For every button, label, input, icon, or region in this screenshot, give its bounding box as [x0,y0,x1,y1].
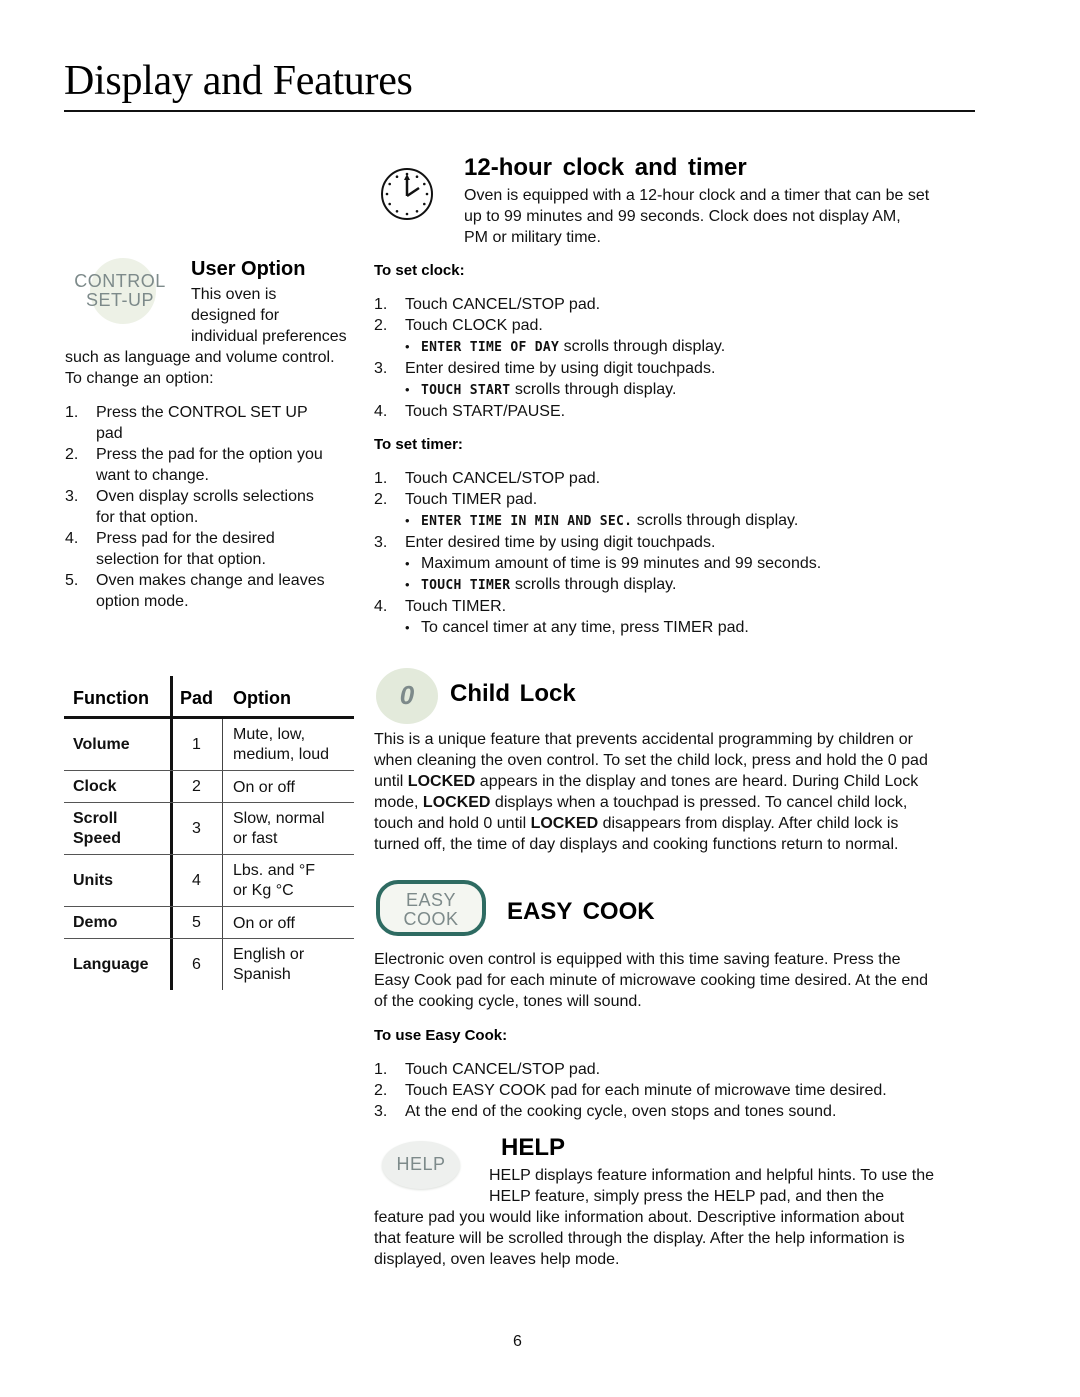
bullet-item: • ENTER TIME OF DAY scrolls through displ… [405,338,726,355]
step-item: 3. Enter desired time by using digit touc… [374,358,974,401]
display-text: ENTER TIME OF DAY [421,340,560,355]
header-pad: Pad [180,688,214,708]
easy-cook-heading: EASY COOK [507,898,655,925]
bullet-item: • ENTER TIME IN MIN AND SEC. scrolls thro… [405,512,799,529]
bullet-item: • Maximum amount of time is 99 minutes an… [405,555,822,572]
page-title: Display and Features [64,58,413,104]
intro-line: To change an option: [65,370,214,387]
use-easy-cook-heading: To use Easy Cook: [374,1027,508,1044]
step-item: 2. Touch EASY COOK pad for each minute of… [374,1082,887,1099]
set-clock-steps: 1. Touch CANCEL/STOP pad. 2. Touch CLOCK p… [374,294,974,422]
step-item: 2. Press the pad for the option you want t… [65,446,323,484]
bullet-item: • TOUCH TIMER scrolls through display. [405,576,677,593]
set-timer-heading: To set timer: [374,436,463,453]
easy-cook-intro: Electronic oven control is equipped with… [374,951,929,1010]
control-setup-icon: CONTROL SET-UP [70,258,170,326]
locked-text: LOCKED [530,815,599,832]
step-item: 3. Oven display scrolls selections for tha… [65,488,314,526]
clock-icon [381,168,433,220]
child-lock-heading: Child Lock [450,680,576,707]
bullet-item: • TOUCH START scrolls through display. [405,381,677,398]
user-option-intro-cont: such as language and volume control. To … [65,347,335,389]
help-icon-label: HELP [396,1154,446,1174]
child-lock-zero-icon: 0 [376,668,438,724]
help-text-bottom: feature pad you would like information a… [374,1209,905,1268]
step-item: 2. Touch TIMER pad. • ENTER TIME IN MIN AN… [374,489,974,532]
display-text: ENTER TIME IN MIN AND SEC. [421,514,633,529]
table-row: Scroll Speed 3 Slow, normal or fast [73,810,325,847]
header-function: Function [73,688,149,708]
table-row: Units 4 Lbs. and °F or Kg °C [73,862,315,899]
step-item: 1. Touch CANCEL/STOP pad. [374,470,601,487]
intro-line: individual preferences [191,328,347,345]
easy-cook-steps: 1. Touch CANCEL/STOP pad. 2. Touch EASY CO… [374,1059,974,1122]
step-item: 4. Press pad for the desired selection for… [65,530,275,568]
title-divider [64,110,975,112]
set-timer-steps: 1. Touch CANCEL/STOP pad. 2. Touch TIMER p… [374,468,974,638]
easy-cook-icon-label: COOK [403,909,459,929]
table-row: Language 6 English or Spanish [73,946,305,983]
control-setup-icon-label: SET-UP [85,290,154,310]
table-row: Demo 5 On or off [73,914,295,932]
clock-timer-heading: 12-hour clock and timer [464,154,747,181]
control-setup-icon-label: CONTROL [74,271,166,291]
child-lock-text: This is a unique feature that prevents a… [374,731,928,853]
step-item: 3. At the end of the cooking cycle, oven … [374,1103,837,1120]
help-icon: HELP [382,1141,460,1189]
easy-cook-icon-label: EASY [405,890,457,910]
step-item: 1. Press the CONTROL SET UP pad [65,404,308,442]
zero-icon-label: 0 [399,680,415,710]
table-row: Volume 1 Mute, low, medium, loud [73,726,330,763]
options-table: Function Pad Option Volume 1 Mute, low, m… [64,676,354,992]
intro-line: designed for [191,307,280,324]
clock-timer-intro: Oven is equipped with a 12-hour clock an… [464,187,930,246]
help-heading: HELP [501,1134,566,1161]
step-item: 3. Enter desired time by using digit touc… [374,532,974,596]
header-option: Option [233,688,291,708]
step-item: 1. Touch CANCEL/STOP pad. [374,1061,601,1078]
help-text-top: HELP displays feature information and he… [489,1167,935,1205]
display-text: TOUCH TIMER [421,578,511,593]
step-item: 1. Touch CANCEL/STOP pad. [374,296,601,313]
set-clock-heading: To set clock: [374,262,465,279]
easy-cook-icon: EASY COOK [376,880,486,936]
page-number: 6 [513,1333,522,1350]
step-item: 5. Oven makes change and leaves option mod… [65,572,325,610]
locked-text: LOCKED [407,773,476,790]
intro-line: This oven is [191,286,277,303]
table-row: Clock 2 On or off [73,778,295,796]
intro-line: such as language and volume control. [65,349,335,366]
step-item: 2. Touch CLOCK pad. • ENTER TIME OF DAY sc… [374,315,974,358]
locked-text: LOCKED [422,794,491,811]
step-item: 4. Touch START/PAUSE. [374,403,566,420]
user-option-steps: 1. Press the CONTROL SET UP pad 2. Press th… [65,402,355,612]
display-text: TOUCH START [421,383,511,398]
step-item: 4. Touch TIMER. • To cancel timer at any t… [374,596,974,638]
user-option-intro: This oven is designed for individual pre… [191,284,347,347]
bullet-item: • To cancel timer at any time, press TIME… [405,619,749,636]
user-option-heading: User Option [191,258,306,280]
